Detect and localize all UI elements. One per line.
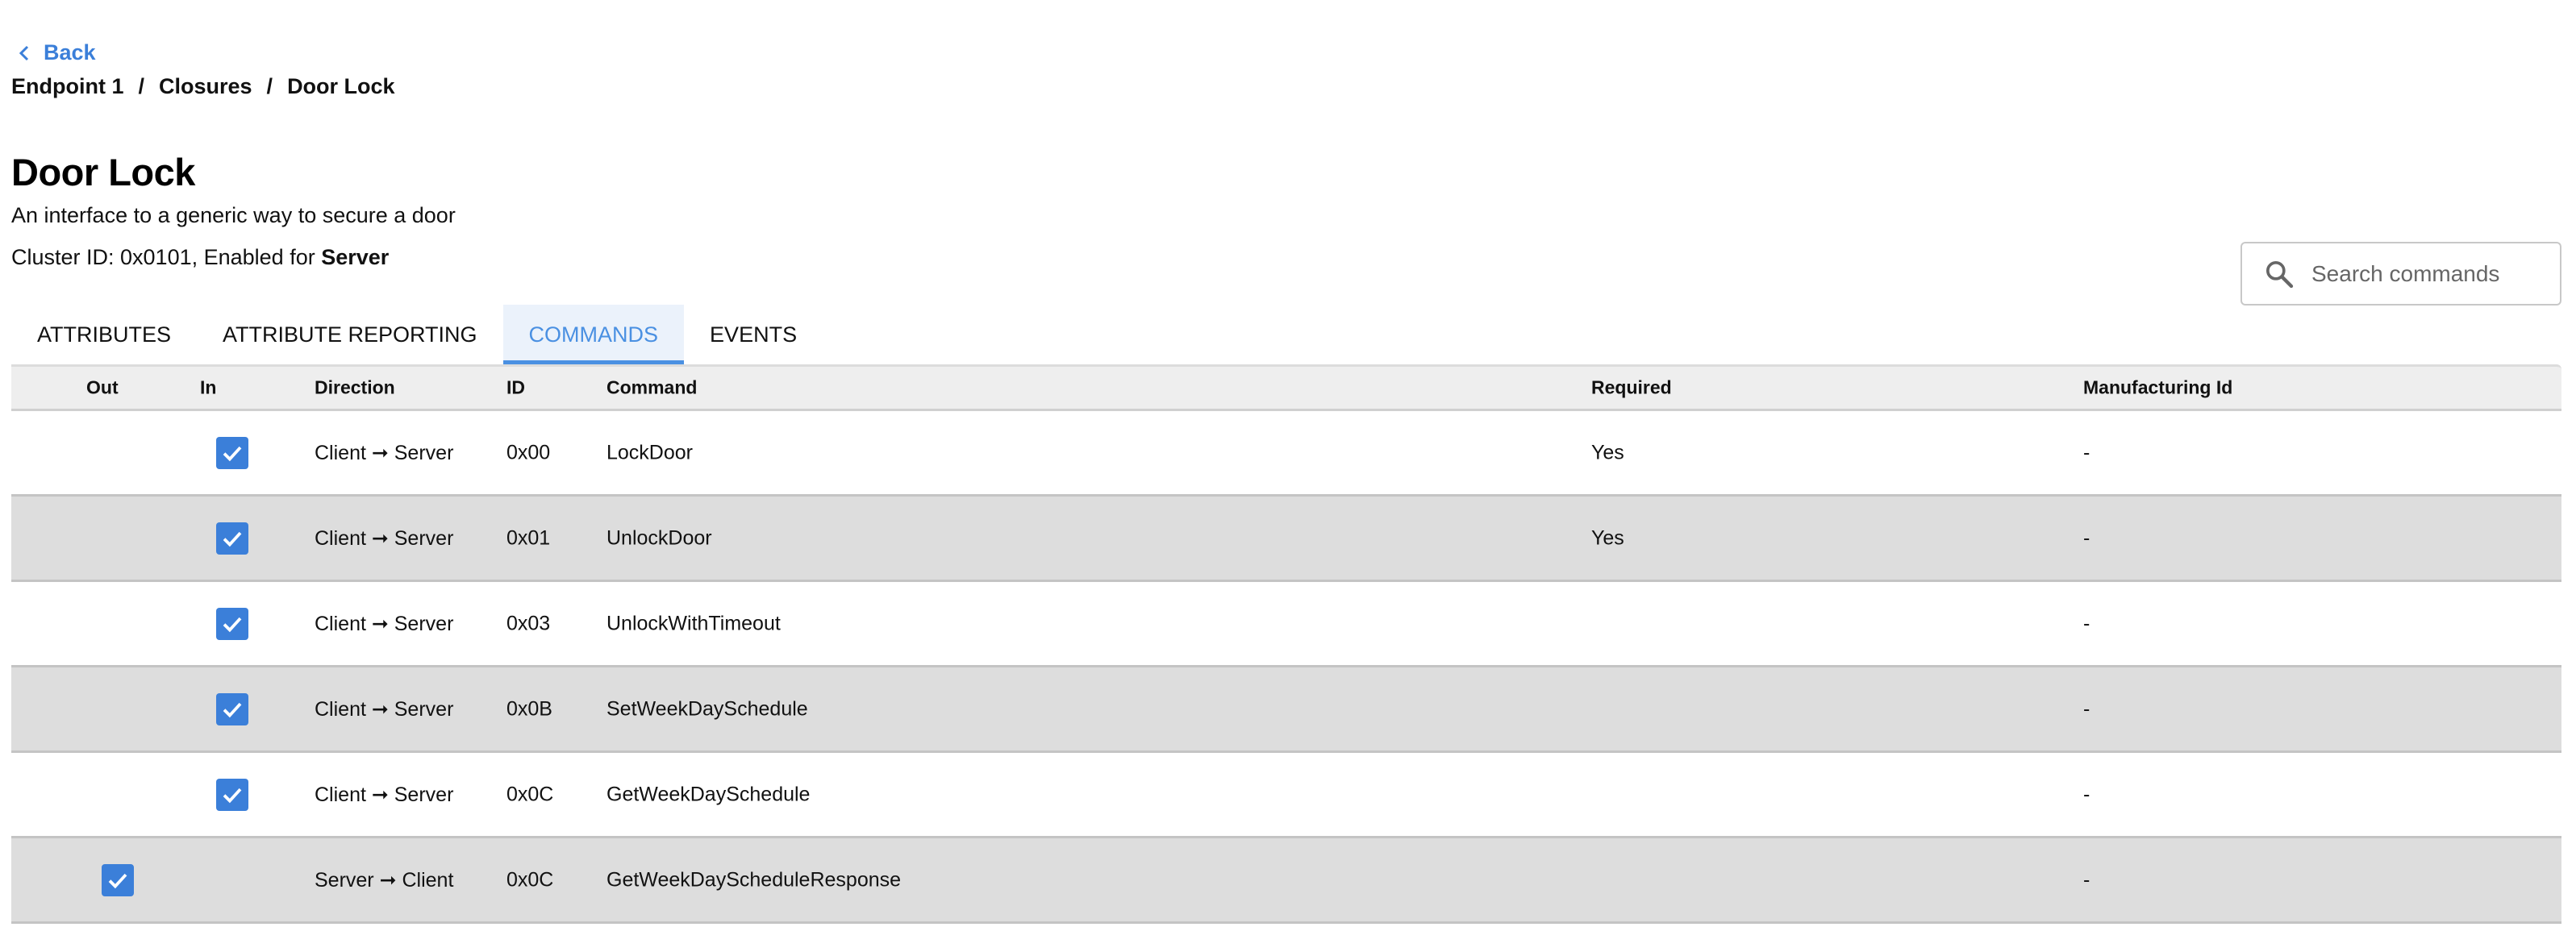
column-header-out[interactable]: Out	[86, 377, 119, 399]
tab-events[interactable]: EVENTS	[684, 305, 823, 364]
cluster-id-text: Cluster ID: 0x0101, Enabled for	[11, 245, 322, 269]
command-name-cell: LockDoor	[606, 441, 693, 464]
command-name-cell: UnlockDoor	[606, 526, 712, 549]
checkmark-icon	[223, 531, 242, 547]
in-cell	[216, 778, 248, 811]
checkmark-icon	[223, 788, 242, 803]
column-header-id[interactable]: ID	[506, 377, 525, 399]
manufacturing-id-cell: -	[2083, 612, 2090, 634]
in-checkbox[interactable]	[216, 778, 248, 811]
tab-commands[interactable]: COMMANDS	[502, 305, 685, 364]
direction-cell: Client ➞ Server	[315, 526, 454, 550]
commands-table: Out In Direction ID Command Required Man…	[11, 364, 2561, 924]
command-id-cell: 0x01	[506, 526, 551, 549]
search-icon	[2266, 260, 2294, 288]
manufacturing-id-cell: -	[2083, 697, 2090, 720]
command-id-cell: 0x0C	[506, 868, 554, 891]
column-header-manufacturing-id[interactable]: Manufacturing Id	[2083, 377, 2232, 399]
manufacturing-id-cell: -	[2083, 783, 2090, 805]
in-cell	[216, 607, 248, 640]
column-header-direction[interactable]: Direction	[315, 377, 395, 399]
command-id-cell: 0x0C	[506, 783, 554, 805]
tab-bar: ATTRIBUTES ATTRIBUTE REPORTING COMMANDS …	[11, 305, 823, 364]
breadcrumb-endpoint[interactable]: Endpoint 1	[11, 74, 123, 99]
direction-cell: Client ➞ Server	[315, 783, 454, 806]
back-label: Back	[44, 40, 96, 64]
checkmark-icon	[223, 702, 242, 717]
search-input[interactable]	[2311, 260, 2553, 287]
direction-cell: Client ➞ Server	[315, 697, 454, 721]
column-header-in[interactable]: In	[200, 377, 216, 399]
table-row: Client ➞ Server 0x0C GetWeekDaySchedule …	[11, 753, 2561, 838]
breadcrumb-separator: /	[266, 74, 273, 98]
required-cell: Yes	[1591, 441, 1624, 464]
chevron-left-icon	[19, 45, 29, 60]
table-row: Server ➞ Client 0x0C GetWeekDayScheduleR…	[11, 838, 2561, 924]
in-cell	[216, 522, 248, 555]
out-cell	[102, 863, 134, 896]
column-header-command[interactable]: Command	[606, 377, 697, 399]
command-id-cell: 0x03	[506, 612, 551, 634]
required-cell: Yes	[1591, 526, 1624, 549]
in-checkbox[interactable]	[216, 436, 248, 469]
out-checkbox[interactable]	[102, 863, 134, 896]
command-id-cell: 0x00	[506, 441, 551, 464]
command-name-cell: SetWeekDaySchedule	[606, 697, 808, 720]
checkmark-icon	[223, 446, 242, 461]
command-id-cell: 0x0B	[506, 697, 552, 720]
table-body: Client ➞ Server 0x00 LockDoor Yes - Clie…	[11, 411, 2561, 924]
cluster-side: Server	[321, 245, 390, 269]
command-name-cell: GetWeekDaySchedule	[606, 783, 811, 805]
table-row: Client ➞ Server 0x0B SetWeekDaySchedule …	[11, 667, 2561, 753]
command-name-cell: UnlockWithTimeout	[606, 612, 781, 634]
in-checkbox[interactable]	[216, 692, 248, 725]
breadcrumb: Endpoint 1 / Closures / Door Lock	[11, 74, 395, 99]
in-cell	[216, 436, 248, 469]
manufacturing-id-cell: -	[2083, 526, 2090, 549]
page-title: Door Lock	[11, 151, 195, 193]
direction-cell: Client ➞ Server	[315, 612, 454, 635]
direction-cell: Server ➞ Client	[315, 868, 454, 892]
cluster-info: Cluster ID: 0x0101, Enabled for Server	[11, 245, 389, 270]
table-row: Client ➞ Server 0x00 LockDoor Yes -	[11, 411, 2561, 497]
search-field[interactable]	[2240, 242, 2561, 306]
table-row: Client ➞ Server 0x01 UnlockDoor Yes -	[11, 497, 2561, 582]
in-checkbox[interactable]	[216, 522, 248, 555]
manufacturing-id-cell: -	[2083, 868, 2090, 891]
column-header-required[interactable]: Required	[1591, 377, 1672, 399]
cluster-description: An interface to a generic way to secure …	[11, 203, 456, 227]
manufacturing-id-cell: -	[2083, 441, 2090, 464]
breadcrumb-category[interactable]: Closures	[159, 74, 252, 99]
tab-attributes[interactable]: ATTRIBUTES	[11, 305, 197, 364]
direction-cell: Client ➞ Server	[315, 441, 454, 464]
tab-attribute-reporting[interactable]: ATTRIBUTE REPORTING	[197, 305, 503, 364]
in-checkbox[interactable]	[216, 607, 248, 640]
checkmark-icon	[223, 617, 242, 632]
breadcrumb-separator: /	[138, 74, 144, 98]
table-header: Out In Direction ID Command Required Man…	[11, 364, 2561, 411]
in-cell	[216, 692, 248, 725]
breadcrumb-current: Door Lock	[287, 74, 395, 98]
back-link[interactable]: Back	[18, 40, 96, 65]
table-row: Client ➞ Server 0x03 UnlockWithTimeout -	[11, 582, 2561, 667]
command-name-cell: GetWeekDayScheduleResponse	[606, 868, 902, 891]
checkmark-icon	[108, 873, 127, 888]
